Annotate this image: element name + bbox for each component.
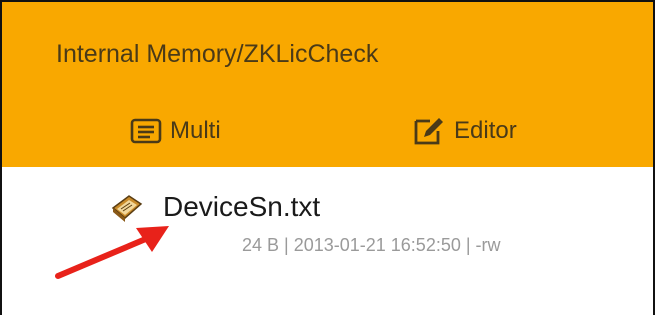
edit-icon [412, 115, 446, 147]
multi-select-icon [130, 116, 162, 146]
app-header: Internal Memory/ZKLicCheck Multi Editor [2, 2, 653, 167]
annotation-arrow-icon [52, 222, 172, 287]
editor-label: Editor [454, 117, 517, 144]
file-name: DeviceSn.txt [163, 191, 321, 222]
multi-label: Multi [170, 117, 221, 144]
multi-button[interactable]: Multi [130, 114, 221, 148]
editor-button[interactable]: Editor [412, 114, 517, 148]
file-details: 24 B | 2013-01-21 16:52:50 | -rw [242, 235, 501, 255]
current-path: Internal Memory/ZKLicCheck [56, 40, 379, 68]
file-manager-window: Internal Memory/ZKLicCheck Multi Editor [0, 0, 655, 315]
